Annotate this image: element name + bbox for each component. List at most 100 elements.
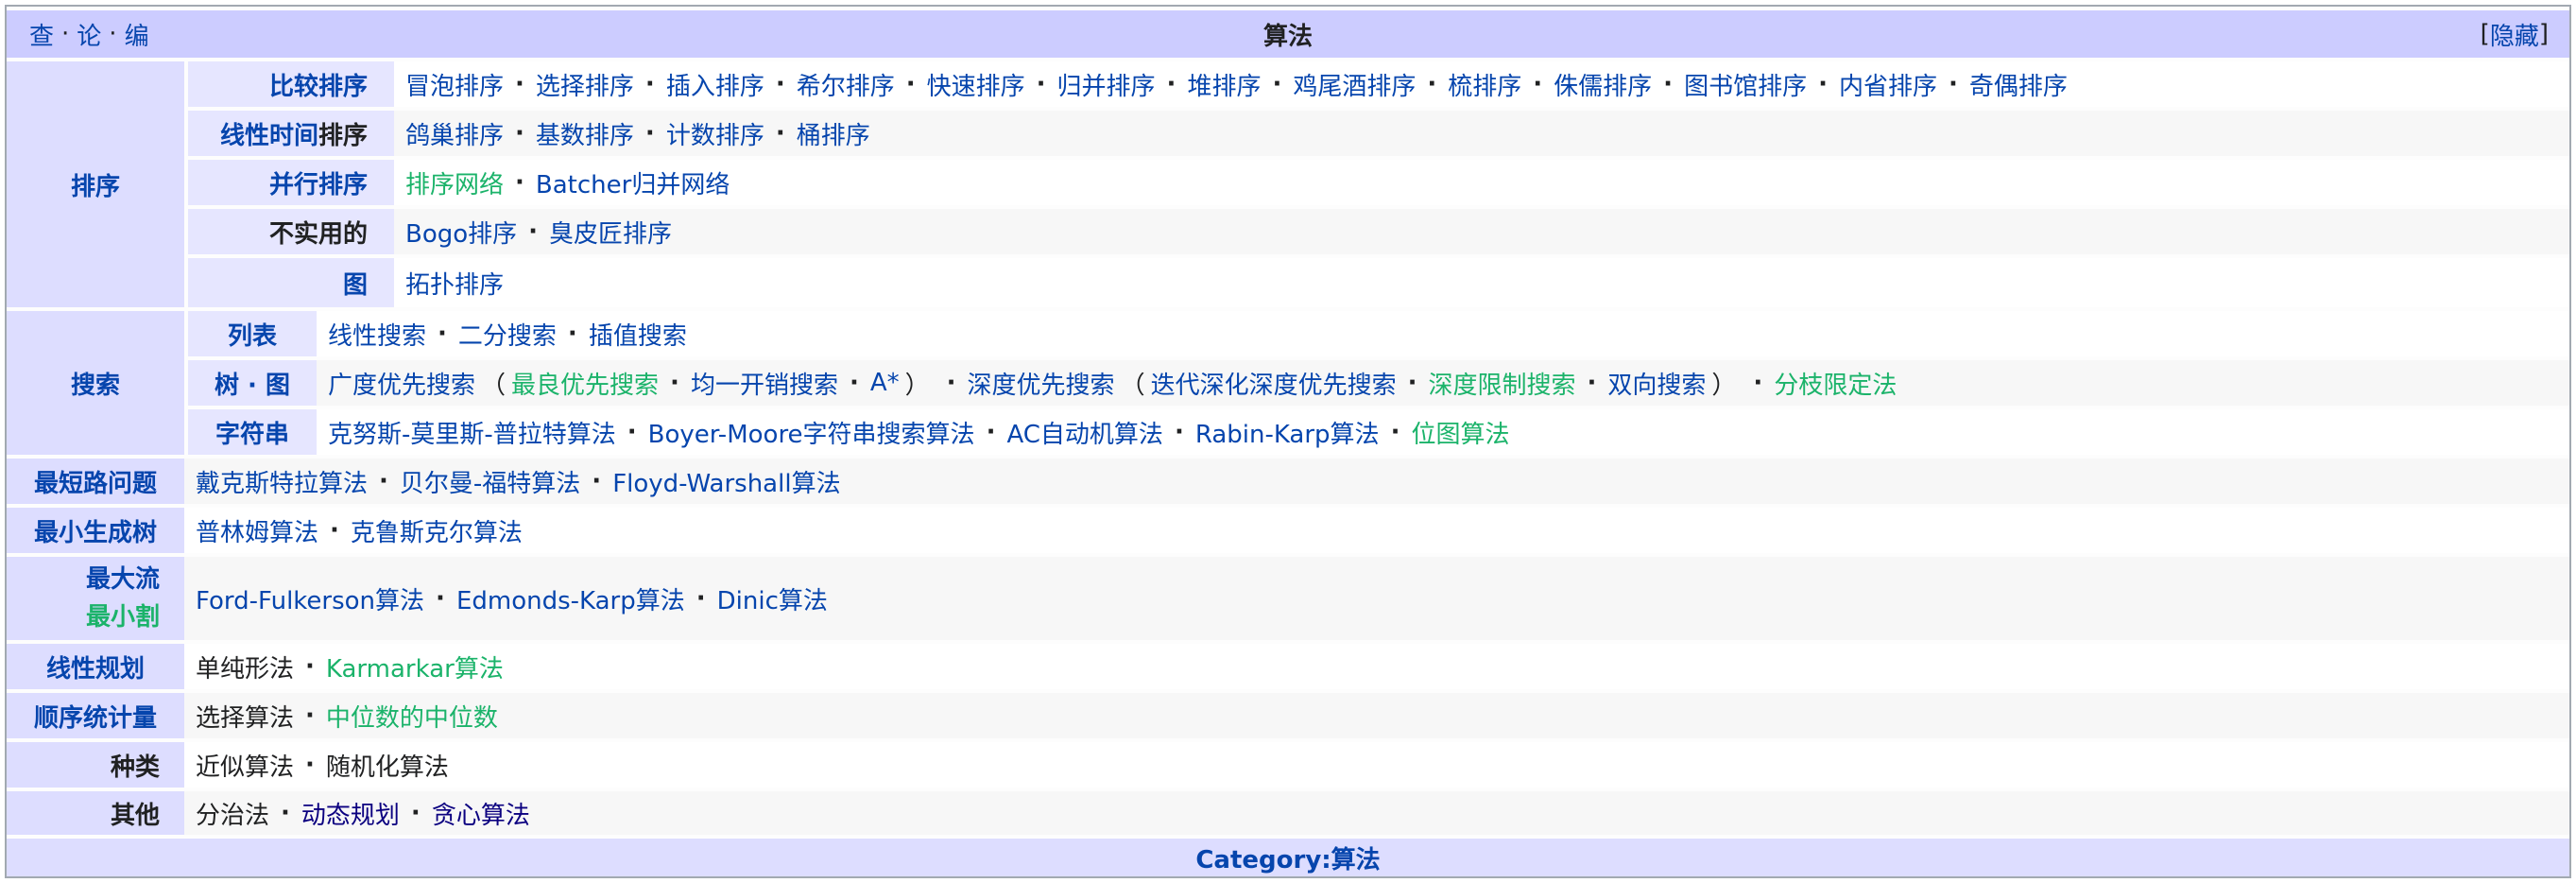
list-item[interactable]: Batcher归并网络 xyxy=(536,165,730,200)
group-shortest-path[interactable]: 最短路问题 xyxy=(7,459,184,504)
list-item[interactable]: Ford-Fulkerson算法 xyxy=(196,581,424,616)
list-item[interactable]: 分治法 xyxy=(196,796,269,831)
list-item[interactable]: A* xyxy=(870,369,900,397)
list-item[interactable]: 均一开销搜索 xyxy=(691,366,838,401)
list-item[interactable]: 插入排序 xyxy=(666,67,764,102)
list-item[interactable]: 梳排序 xyxy=(1448,67,1521,102)
list-item[interactable]: 图书馆排序 xyxy=(1684,67,1807,102)
list-shortest-path: 戴克斯特拉算法 · 贝尔曼-福特算法 · Floyd-Warshall算法 xyxy=(184,459,2569,504)
subgroup-list-search[interactable]: 列表 xyxy=(188,311,317,356)
group-order-statistics[interactable]: 顺序统计量 xyxy=(7,693,184,738)
category-link[interactable]: Category:算法 xyxy=(1195,840,1380,875)
subgroup-graph-sort[interactable]: 图 xyxy=(188,258,394,307)
list-item[interactable]: 快速排序 xyxy=(927,67,1025,102)
list-item[interactable]: 线性搜索 xyxy=(328,317,426,352)
list-item[interactable]: 戴克斯特拉算法 xyxy=(196,464,368,499)
list-item[interactable]: 归并排序 xyxy=(1057,67,1156,102)
list-item[interactable]: 选择排序 xyxy=(536,67,634,102)
list-linear-time-sort: 鸽巢排序 · 基数排序 · 计数排序 · 桶排序 xyxy=(394,111,2569,156)
navbox-title-bar: 查 · 论 · 编 算法 [ 隐藏 ] xyxy=(7,10,2569,58)
list-item[interactable]: 单纯形法 xyxy=(196,649,294,684)
list-other: 分治法 · 动态规划 · 贪心算法 xyxy=(184,791,2569,835)
list-linear-programming: 单纯形法 · Karmarkar算法 xyxy=(184,644,2569,689)
list-item[interactable]: 排序网络 xyxy=(405,165,504,200)
list-list-search: 线性搜索 · 二分搜索 · 插值搜索 xyxy=(317,311,2569,356)
list-item[interactable]: Edmonds-Karp算法 xyxy=(456,581,685,616)
list-comparison-sort: 冒泡排序 · 选择排序 · 插入排序 · 希尔排序 · 快速排序 · 归并排序 · 堆排序 ·… xyxy=(394,61,2569,107)
list-item[interactable]: 鸡尾酒排序 xyxy=(1293,67,1416,102)
list-maxflow: Ford-Fulkerson算法 · Edmonds-Karp算法 · Dinic算… xyxy=(184,557,2569,640)
list-tree-graph-search: 广度优先搜索 （ 最良优先搜索 · 均一开销搜索 · A* ） · 深度优先搜索 （ … xyxy=(317,360,2569,406)
list-item[interactable]: 内省排序 xyxy=(1839,67,1937,102)
list-item[interactable]: 鸽巢排序 xyxy=(405,116,504,151)
list-item[interactable]: 克努斯-莫里斯-普拉特算法 xyxy=(328,415,616,450)
group-maxflow-mincut: 最大流 最小割 xyxy=(7,557,184,640)
group-kinds: 种类 xyxy=(7,742,184,788)
list-item[interactable]: Karmarkar算法 xyxy=(326,649,504,684)
list-order-statistics: 选择算法 · 中位数的中位数 xyxy=(184,693,2569,738)
list-item[interactable]: 贝尔曼-福特算法 xyxy=(400,464,580,499)
list-parallel-sort: 排序网络 · Batcher归并网络 xyxy=(394,160,2569,205)
list-item[interactable]: 近似算法 xyxy=(196,748,294,783)
list-item[interactable]: 拓扑排序 xyxy=(405,266,504,301)
list-item[interactable]: 计数排序 xyxy=(666,116,764,151)
maxflow-link[interactable]: 最大流 xyxy=(86,561,160,598)
list-item[interactable]: 二分搜索 xyxy=(458,317,557,352)
talk-link[interactable]: 论 xyxy=(77,17,101,52)
list-item[interactable]: 广度优先搜索 xyxy=(328,366,475,401)
list-impractical-sort: Bogo排序 · 臭皮匠排序 xyxy=(394,209,2569,254)
subgroup-string-search[interactable]: 字符串 xyxy=(188,409,317,455)
list-item[interactable]: 侏儒排序 xyxy=(1554,67,1652,102)
list-item[interactable]: 深度限制搜索 xyxy=(1428,366,1575,401)
list-item[interactable]: 位图算法 xyxy=(1411,415,1509,450)
list-item[interactable]: Boyer-Moore字符串搜索算法 xyxy=(648,415,975,450)
list-item[interactable]: AC自动机算法 xyxy=(1006,415,1162,450)
subgroup-linear-time-sort: 线性时间 排序 xyxy=(188,111,394,156)
list-item[interactable]: 深度优先搜索 xyxy=(968,366,1115,401)
list-item[interactable]: Dinic算法 xyxy=(717,581,828,616)
list-item[interactable]: 克鲁斯克尔算法 xyxy=(351,513,523,548)
mincut-link[interactable]: 最小割 xyxy=(86,598,160,636)
list-item[interactable]: 希尔排序 xyxy=(797,67,895,102)
list-item[interactable]: 堆排序 xyxy=(1187,67,1261,102)
list-item[interactable]: 最良优先搜索 xyxy=(511,366,659,401)
subgroup-impractical-sort: 不实用的 xyxy=(188,209,394,254)
algorithms-navbox: 查 · 论 · 编 算法 [ 隐藏 ] 排序 比较排序 冒泡排序 · 选择排序 · … xyxy=(5,5,2571,878)
view-link[interactable]: 查 xyxy=(29,17,54,52)
list-item[interactable]: 动态规划 xyxy=(301,796,400,831)
subgroup-tree-graph-search[interactable]: 树 · 图 xyxy=(188,360,317,406)
list-item[interactable]: 贪心算法 xyxy=(432,796,530,831)
group-sorting[interactable]: 排序 xyxy=(7,61,184,307)
group-linear-programming[interactable]: 线性规划 xyxy=(7,644,184,689)
edit-link[interactable]: 编 xyxy=(125,17,149,52)
subgroup-comparison-sort[interactable]: 比较排序 xyxy=(188,61,394,107)
list-item[interactable]: 基数排序 xyxy=(536,116,634,151)
list-item[interactable]: 插值搜索 xyxy=(589,317,687,352)
list-item[interactable]: 普林姆算法 xyxy=(196,513,318,548)
group-mst[interactable]: 最小生成树 xyxy=(7,508,184,553)
hide-toggle[interactable]: [ 隐藏 ] xyxy=(2481,10,2549,58)
list-kinds: 近似算法 · 随机化算法 xyxy=(184,742,2569,788)
group-search[interactable]: 搜索 xyxy=(7,311,184,455)
list-item[interactable]: 迭代深化深度优先搜索 xyxy=(1151,366,1397,401)
group-other: 其他 xyxy=(7,791,184,835)
linear-time-link[interactable]: 线性时间 xyxy=(220,116,318,151)
list-item[interactable]: 桶排序 xyxy=(797,116,870,151)
hide-link[interactable]: 隐藏 xyxy=(2490,17,2539,52)
subgroup-parallel-sort[interactable]: 并行排序 xyxy=(188,160,394,205)
list-item[interactable]: 中位数的中位数 xyxy=(326,699,498,734)
list-item[interactable]: Rabin-Karp算法 xyxy=(1195,415,1380,450)
list-item[interactable]: 臭皮匠排序 xyxy=(549,215,672,250)
view-talk-edit-links: 查 · 论 · 编 xyxy=(29,10,149,58)
list-item[interactable]: 选择算法 xyxy=(196,699,294,734)
list-mst: 普林姆算法 · 克鲁斯克尔算法 xyxy=(184,508,2569,553)
list-item[interactable]: Floyd-Warshall算法 xyxy=(612,464,840,499)
separator-dot: · xyxy=(61,20,70,48)
list-item[interactable]: 双向搜索 xyxy=(1607,366,1706,401)
list-item[interactable]: 分枝限定法 xyxy=(1774,366,1897,401)
list-item[interactable]: 随机化算法 xyxy=(326,748,449,783)
list-item[interactable]: Bogo排序 xyxy=(405,215,517,250)
list-item[interactable]: 奇偶排序 xyxy=(1969,67,2068,102)
list-item[interactable]: 冒泡排序 xyxy=(405,67,504,102)
list-graph-sort: 拓扑排序 xyxy=(394,258,2569,307)
